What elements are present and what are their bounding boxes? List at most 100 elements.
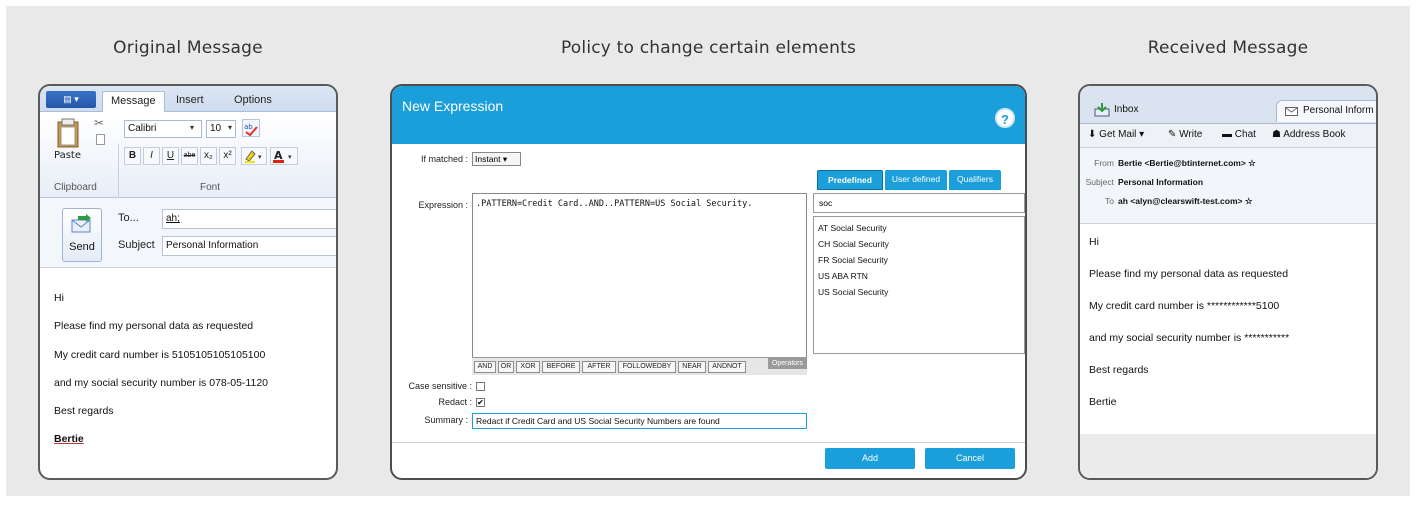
outlook-compose-window: ▤ ▾ Message Insert Options Paste ✂ Clipb… [38,84,338,480]
font-color-button[interactable]: A ▾ [270,147,298,165]
pattern-list: AT Social Security CH Social Security FR… [813,216,1025,354]
body-line: Best regards [1089,364,1149,376]
list-item[interactable]: CH Social Security [818,239,889,249]
cancel-button[interactable]: Cancel [925,448,1015,469]
inbox-icon [1094,103,1110,117]
operator-before-button[interactable]: BEFORE [542,361,580,373]
bold-button[interactable]: B [124,147,141,165]
expression-text: .PATTERN=Credit Card..AND..PATTERN=US So… [476,199,753,209]
to-label: To [1105,196,1114,206]
ribbon-tab-bar: ▤ ▾ Message Insert Options [40,86,336,112]
svg-text:▾: ▾ [288,154,292,161]
list-item[interactable]: FR Social Security [818,255,888,265]
from-value[interactable]: Bertie <Bertie@btinternet.com> ☆ [1118,158,1256,169]
redact-label: Redact : [438,397,472,407]
case-sensitive-label: Case sensitive : [408,381,472,391]
tab-options[interactable]: Options [226,91,280,112]
if-matched-select[interactable]: Instant ▾ [472,152,521,166]
footer-divider [392,442,1025,443]
dialog-header: New Expression ? [392,86,1025,144]
file-menu-button[interactable]: ▤ ▾ [46,91,96,108]
from-label: From [1094,158,1114,168]
chevron-down-icon: ▾ [190,123,195,132]
help-icon[interactable]: ? [995,108,1015,128]
summary-input[interactable]: Redact if Credit Card and US Social Secu… [472,413,807,429]
get-mail-label: Get Mail [1099,129,1137,140]
add-button[interactable]: Add [825,448,915,469]
list-item[interactable]: AT Social Security [818,223,887,233]
subject-label: Subject [118,239,155,251]
status-area [1080,434,1376,478]
heading-policy: Policy to change certain elements [560,38,857,58]
expression-textarea[interactable]: .PATTERN=Credit Card..AND..PATTERN=US So… [472,193,807,373]
chevron-down-icon: ▾ [228,123,233,132]
tab-message-label: Personal Inform [1303,105,1374,116]
copy-icon[interactable] [96,134,105,145]
clipboard-group-label: Clipboard [54,182,97,193]
address-book-label: Address Book [1283,129,1346,140]
operators-bar: AND OR XOR BEFORE AFTER FOLLOWEDBY NEAR … [472,357,807,375]
write-button[interactable]: ✎ Write [1168,129,1202,140]
get-mail-button[interactable]: ⬇ Get Mail ▾ [1088,129,1144,140]
body-line: Bertie [1089,396,1117,408]
heading-received: Received Message [1147,38,1309,58]
highlight-button[interactable]: ▾ [241,147,267,165]
tab-user-defined[interactable]: User defined [885,170,947,190]
body-signature: Bertie [54,433,84,445]
operator-and-button[interactable]: AND [474,361,496,373]
operator-xor-button[interactable]: XOR [516,361,540,373]
message-headers: From Bertie <Bertie@btinternet.com> ☆ Su… [1080,148,1376,224]
tab-insert[interactable]: Insert [168,91,212,112]
superscript-button[interactable]: x² [219,147,236,165]
spelling-button[interactable]: ab [242,119,260,137]
list-item[interactable]: US ABA RTN [818,271,868,281]
underline-button[interactable]: U [162,147,179,165]
cut-icon[interactable]: ✂ [94,116,104,130]
case-sensitive-checkbox[interactable] [476,382,485,391]
thunderbird-window: Inbox Personal Inform ⬇ Get Mail ▾ ✎ Wri… [1078,84,1378,480]
subject-value: Personal Information [1118,177,1204,187]
tab-message[interactable]: Message [102,91,165,112]
send-label: Send [69,241,95,253]
operator-followedby-button[interactable]: FOLLOWEDBY [618,361,676,373]
redact-checkbox[interactable]: ✔ [476,398,485,407]
summary-label: Summary : [424,415,468,425]
chat-button[interactable]: ▬ Chat [1222,129,1256,140]
strikethrough-button[interactable]: abe [181,147,198,165]
address-book-button[interactable]: ☗ Address Book [1272,129,1345,140]
to-field[interactable]: ah; [162,209,336,229]
body-line: Best regards [54,405,114,417]
stage: { "headings": { "original": "Original Me… [0,0,1416,508]
operator-or-button[interactable]: OR [498,361,514,373]
send-icon [71,214,91,233]
to-value[interactable]: ah <alyn@clearswift-test.com> ☆ [1118,196,1253,207]
tab-qualifiers[interactable]: Qualifiers [949,170,1001,190]
tab-message[interactable]: Personal Inform [1276,100,1376,122]
pattern-search-input[interactable]: soc [813,193,1025,213]
tab-predefined[interactable]: Predefined [817,170,883,190]
operator-after-button[interactable]: AFTER [582,361,616,373]
tab-inbox-label: Inbox [1114,104,1139,115]
envelope-icon [1285,107,1298,116]
tab-inbox[interactable]: Inbox [1088,100,1168,122]
write-label: Write [1179,129,1203,140]
paste-label: Paste [54,150,81,161]
operator-andnot-button[interactable]: ANDNOT [708,361,746,373]
download-icon: ⬇ [1088,129,1097,140]
subscript-button[interactable]: x₂ [200,147,217,165]
paste-icon [57,118,79,148]
chat-icon: ▬ [1222,129,1232,140]
mail-toolbar: ⬇ Get Mail ▾ ✎ Write ▬ Chat ☗ Address Bo… [1080,124,1376,148]
tab-bar: Inbox Personal Inform [1080,86,1376,124]
subject-label: Subject [1085,177,1114,187]
subject-field[interactable]: Personal Information [162,236,336,256]
italic-button[interactable]: I [143,147,160,165]
operator-near-button[interactable]: NEAR [678,361,706,373]
body-line: My credit card number is ************510… [1089,300,1280,312]
body-line: Hi [54,292,64,304]
chat-label: Chat [1234,129,1256,140]
send-button[interactable]: Send [62,208,102,262]
paste-button[interactable]: Paste [54,118,84,162]
highlighter-icon: ▾ [245,150,262,163]
list-item[interactable]: US Social Security [818,287,888,297]
